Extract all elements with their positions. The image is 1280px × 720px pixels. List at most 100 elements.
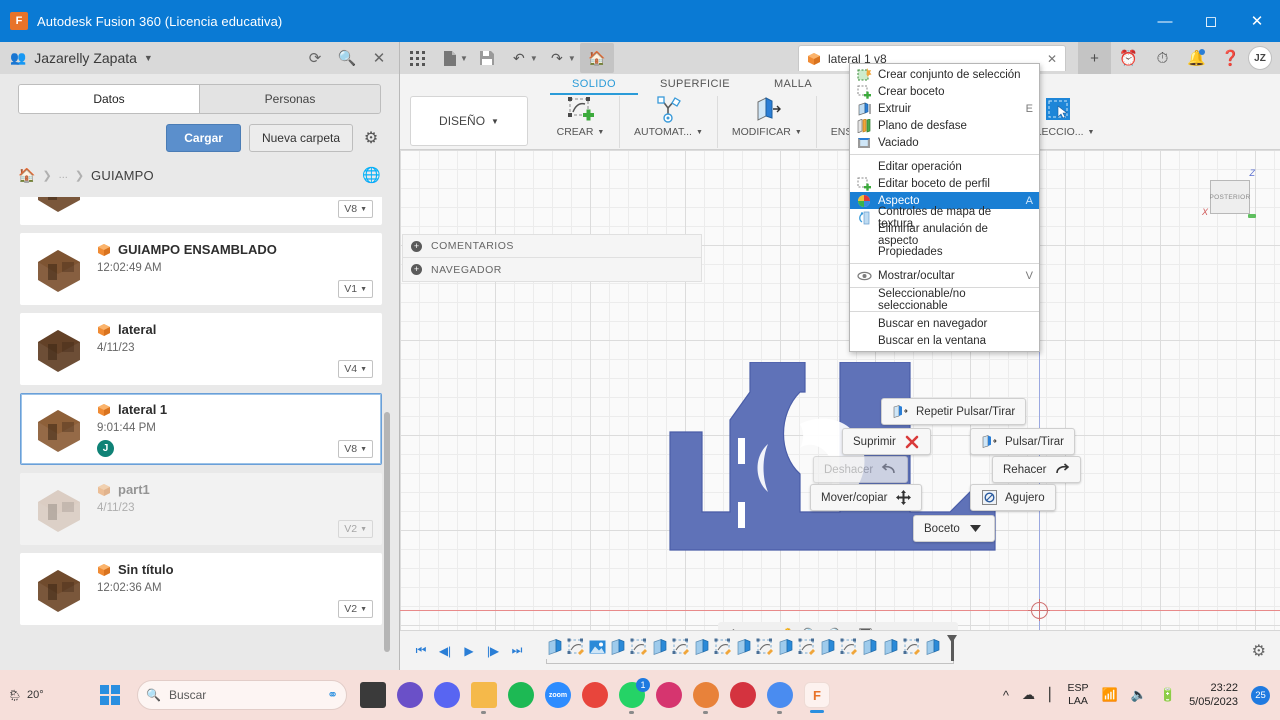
list-item[interactable]: lateral 1 9:01:44 PM J V8 ▼ [20,393,382,465]
refresh-icon[interactable]: ⟳ [301,44,329,72]
expand-icon[interactable]: + [411,264,422,275]
maximize-button[interactable]: ◻ [1188,0,1234,42]
chrome-canary-icon[interactable] [767,682,793,714]
timeline-feature-extrude[interactable] [546,638,566,658]
job-status-icon[interactable]: ⏰ [1112,42,1145,74]
opera-icon[interactable] [730,682,756,708]
list-item[interactable]: part1 4/11/23 V2 ▼ [20,473,382,545]
expand-icon[interactable]: + [411,240,422,252]
design-canvas[interactable]: Repetir Pulsar/Tirar Suprimir Pulsar/Tirar… [400,150,1280,670]
menu-item-plano-de-desfase[interactable]: Plano de desfase [850,117,1039,134]
timeline-feature-sketch[interactable] [630,638,650,658]
menu-item-seleccionable-no-seleccionable[interactable]: Seleccionable/no seleccionable [850,288,1039,312]
menu-item-editar-boceto-de-perfil[interactable]: Editar boceto de perfil [850,175,1039,192]
ribbon-tab-malla[interactable]: MALLA [752,74,834,95]
chevron-down-icon[interactable]: ▼ [530,54,538,63]
zoom-icon[interactable]: zoom [545,682,571,708]
search-input[interactable]: 🔍 Buscar ⚭ [137,680,347,710]
play-icon[interactable]: ▶ [458,639,480,663]
close-panel-icon[interactable]: ✕ [365,44,393,72]
workspace-selector[interactable]: DISEÑO ▼ [410,96,528,146]
menu-item-eliminar-anulaci-n-de-aspecto[interactable]: Eliminar anulación de aspecto [850,223,1039,247]
tab-personas[interactable]: Personas [200,85,380,113]
browser-section-navegador[interactable]: + NAVEGADOR [402,258,702,282]
clock[interactable]: 23:22 5/05/2023 [1189,681,1238,709]
notifications-icon[interactable]: 🔔 [1180,42,1213,74]
wifi-icon[interactable]: 📶 [1102,687,1118,703]
marking-menu-item-repetir-pulsar-tirar[interactable]: Repetir Pulsar/Tirar [881,398,1027,425]
version-badge[interactable]: V8 ▼ [338,440,373,458]
menu-item-buscar-en-navegador[interactable]: Buscar en navegador [850,315,1039,332]
step-back-icon[interactable]: ◀| [434,639,456,663]
ribbon-panel-crear[interactable]: CREAR ▼ [542,96,620,148]
language-indicator[interactable]: ESP LAA [1067,682,1088,708]
timeline-feature-extrude[interactable] [861,638,881,658]
add-tab-icon[interactable]: + [1078,42,1111,74]
touchpad-icon[interactable]: ⎜ [1048,687,1055,703]
grid-apps-icon[interactable] [402,45,432,71]
timeline-feature-extrude[interactable] [693,638,713,658]
chrome-icon[interactable] [582,682,608,708]
firefox-icon[interactable] [693,682,719,714]
step-forward-icon[interactable]: |▶ [482,639,504,663]
user-name[interactable]: Jazarelly Zapata [34,50,137,66]
version-badge[interactable]: V4 ▼ [338,360,373,378]
menu-item-crear-conjunto-de-selecci-n[interactable]: Crear conjunto de selección [850,66,1039,83]
file-list[interactable]: frontal9:00:22 PMV8▼ GUIAMPO ENSAMBLADO 12… [8,197,392,667]
breadcrumb-ellipsis[interactable]: ... [59,169,68,181]
upload-button[interactable]: Cargar [166,124,241,152]
help-icon[interactable]: ❓ [1214,42,1247,74]
timeline-feature-extrude[interactable] [735,638,755,658]
menu-item-propiedades[interactable]: Propiedades [850,243,1039,260]
battery-icon[interactable]: 🔋 [1160,687,1176,703]
timeline-feature-sketch[interactable] [798,638,818,658]
marking-menu-item-rehacer[interactable]: Rehacer [992,456,1082,483]
marking-menu-item-agujero[interactable]: Agujero [970,484,1056,511]
ribbon-tab-superficie[interactable]: SUPERFICIE [638,74,752,95]
timeline-feature-extrude[interactable] [882,638,902,658]
menu-item-mostrar-ocultar[interactable]: Mostrar/ocultar V [850,267,1039,284]
version-badge[interactable]: V2 ▼ [338,520,373,538]
timeline-feature-sketch[interactable] [756,638,776,658]
teams-icon[interactable] [397,682,423,708]
discord-icon[interactable] [434,682,460,708]
chevron-down-icon[interactable]: ▼ [144,53,153,63]
skip-start-icon[interactable]: ⏮ [410,639,432,663]
avatar[interactable]: JZ [1248,46,1272,70]
gear-icon[interactable]: ⚙ [1252,641,1266,661]
timeline-features[interactable] [546,635,957,666]
menu-item-crear-boceto[interactable]: Crear boceto [850,83,1039,100]
ribbon-tab-solido[interactable]: SOLIDO [550,74,638,95]
timeline-feature-sketch[interactable] [840,638,860,658]
new-folder-button[interactable]: Nueva carpeta [248,124,353,152]
copilot-icon[interactable]: ⚭ [327,687,338,703]
timeline-feature-extrude[interactable] [924,638,944,658]
save-icon[interactable] [472,45,502,71]
recent-icon[interactable]: ⏱ [1146,42,1179,74]
list-item[interactable]: frontal9:00:22 PMV8▼ [20,197,382,225]
minimize-button[interactable]: — [1142,0,1188,42]
timeline-feature-sketch[interactable] [567,638,587,658]
skip-end-icon[interactable]: ⏭ [506,639,528,663]
timeline-feature-extrude[interactable] [651,638,671,658]
task-view-icon[interactable] [360,682,386,708]
version-badge[interactable]: V2 ▼ [338,600,373,618]
timeline-feature-sketch[interactable] [714,638,734,658]
context-menu[interactable]: Crear conjunto de selección Crear boceto E… [849,63,1040,352]
search-icon[interactable]: 🔍 [333,44,361,72]
notification-badge[interactable]: 25 [1251,685,1270,705]
ribbon-panel-modificar[interactable]: MODIFICAR ▼ [718,96,817,148]
marking-menu-item-boceto[interactable]: Boceto [913,515,995,542]
timeline-feature-extrude[interactable] [819,638,839,658]
gear-icon[interactable]: ⚙ [361,128,381,148]
chevron-down-icon[interactable]: ▼ [568,54,576,63]
chevron-up-icon[interactable]: ^ [1003,688,1009,703]
marking-menu-item-deshacer[interactable]: Deshacer [813,456,909,483]
file-explorer-icon[interactable] [471,682,497,714]
spotify-icon[interactable] [508,682,534,708]
home-icon[interactable]: 🏠 [579,43,614,73]
cloud-icon[interactable]: ☁ [1022,687,1035,703]
version-badge[interactable]: V1 ▼ [338,280,373,298]
list-item[interactable]: Sin título 12:02:36 AM V2 ▼ [20,553,382,625]
view-cube[interactable]: Z X POSTERIOR [1202,168,1260,220]
